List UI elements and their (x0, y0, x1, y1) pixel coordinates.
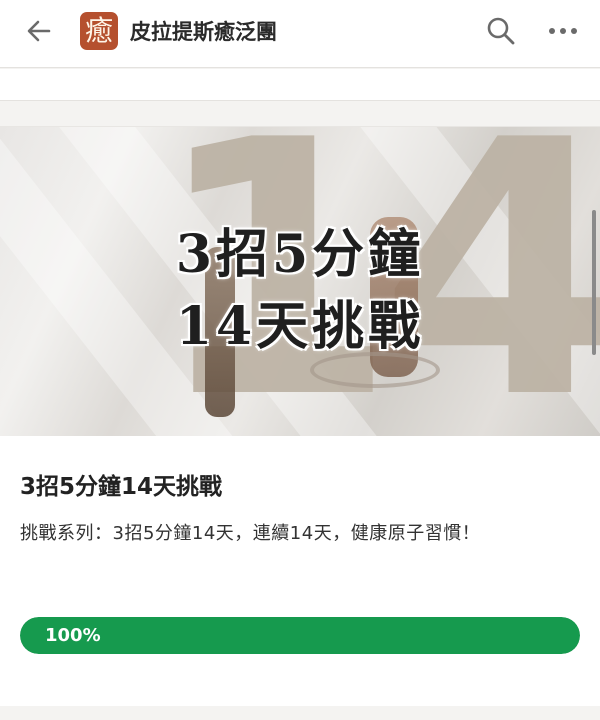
progress-percent-label: 100% (45, 625, 101, 646)
search-icon (487, 17, 515, 45)
scrollbar[interactable] (592, 210, 596, 355)
challenge-banner-image[interactable]: 14 3招5分鐘 14天挑戰 (0, 127, 600, 436)
challenge-progress-bar: 100% (20, 617, 580, 654)
more-options-button[interactable] (544, 14, 582, 48)
search-button[interactable] (484, 14, 518, 48)
app-bar: 癒 皮拉提斯癒泛團 (0, 0, 600, 68)
banner-headline: 3招5分鐘 14天挑戰 (0, 219, 600, 363)
arrow-left-icon (27, 20, 51, 42)
group-logo-glyph: 癒 (84, 14, 113, 47)
group-logo[interactable]: 癒 (80, 12, 118, 50)
challenge-card[interactable]: 14 3招5分鐘 14天挑戰 3招5分鐘14天挑戰 挑戰系列：3招5分鐘14天，… (0, 126, 600, 706)
group-title: 皮拉提斯癒泛團 (130, 20, 277, 44)
back-button[interactable] (22, 14, 56, 48)
challenge-title: 3招5分鐘14天挑戰 (20, 474, 223, 500)
banner-headline-line1: 3招5分鐘 (175, 224, 425, 285)
top-content-strip (0, 69, 600, 101)
more-horizontal-icon (549, 28, 577, 34)
banner-headline-line2: 14天挑戰 (175, 296, 425, 357)
challenge-description: 挑戰系列：3招5分鐘14天，連續14天，健康原子習慣！ (20, 523, 481, 544)
progress-bar-fill (20, 617, 580, 654)
